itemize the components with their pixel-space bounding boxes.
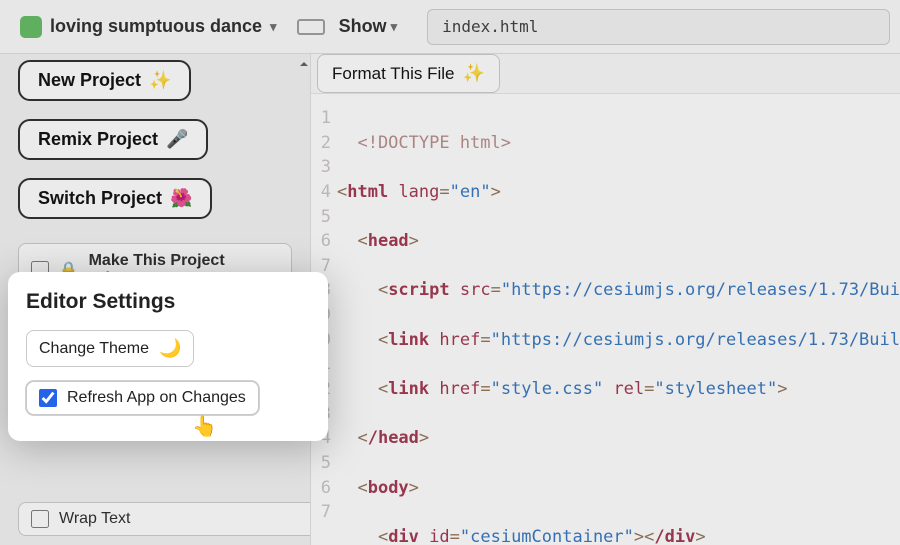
file-jump-value: index.html	[442, 17, 538, 36]
show-label: Show	[339, 16, 387, 37]
format-file-button[interactable]: Format This File ✨	[317, 54, 500, 93]
switch-project-label: Switch Project	[38, 188, 162, 209]
refresh-on-changes-label: Refresh App on Changes	[67, 389, 246, 407]
moon-icon: 🌙	[159, 338, 181, 359]
change-theme-button[interactable]: Change Theme 🌙	[26, 330, 194, 367]
remix-project-button[interactable]: Remix Project 🎤	[18, 119, 208, 160]
change-theme-label: Change Theme	[39, 340, 149, 358]
top-toolbar: loving sumptuous dance ▾ Show ▾ index.ht…	[0, 0, 900, 54]
switch-project-button[interactable]: Switch Project 🌺	[18, 178, 212, 219]
format-file-label: Format This File	[332, 64, 455, 84]
wrap-text-label: Wrap Text	[59, 510, 130, 528]
wrap-text-checkbox[interactable]	[31, 510, 49, 528]
new-project-label: New Project	[38, 70, 141, 91]
sparkles-icon: ✨	[149, 70, 171, 91]
microphone-icon: 🎤	[166, 129, 188, 150]
editor-settings-title: Editor Settings	[26, 290, 310, 314]
show-dropdown[interactable]: Show ▾	[339, 16, 398, 37]
code-content[interactable]: <!DOCTYPE html> <html lang="en"> <head> …	[337, 106, 900, 545]
editor-settings-panel: Editor Settings Change Theme 🌙 Refresh A…	[8, 272, 328, 441]
wrap-text-toggle[interactable]: Wrap Text	[18, 502, 311, 536]
file-jump-input[interactable]: index.html	[427, 9, 890, 45]
project-name-label: loving sumptuous dance	[50, 16, 262, 37]
remix-project-label: Remix Project	[38, 129, 158, 150]
refresh-on-changes-checkbox[interactable]	[39, 389, 57, 407]
project-avatar-icon	[20, 16, 42, 38]
refresh-on-changes-toggle[interactable]: Refresh App on Changes	[26, 381, 259, 415]
chevron-down-icon: ▾	[391, 19, 398, 35]
code-editor-area: Format This File ✨ 1 2 3 4 5 6 7 8 9 0 1…	[311, 54, 900, 545]
code-editor[interactable]: 1 2 3 4 5 6 7 8 9 0 1 2 3 4 5 6 7 <!DOCT…	[311, 94, 900, 545]
chevron-down-icon: ▾	[270, 19, 277, 35]
sparkles-icon: ✨	[462, 63, 484, 84]
new-project-button[interactable]: New Project ✨	[18, 60, 191, 101]
memory-icon[interactable]	[297, 19, 325, 35]
scroll-up-icon	[300, 56, 308, 66]
hibiscus-icon: 🌺	[170, 188, 192, 209]
editor-toolbar: Format This File ✨	[311, 54, 900, 94]
project-name-dropdown[interactable]: loving sumptuous dance ▾	[10, 12, 287, 42]
